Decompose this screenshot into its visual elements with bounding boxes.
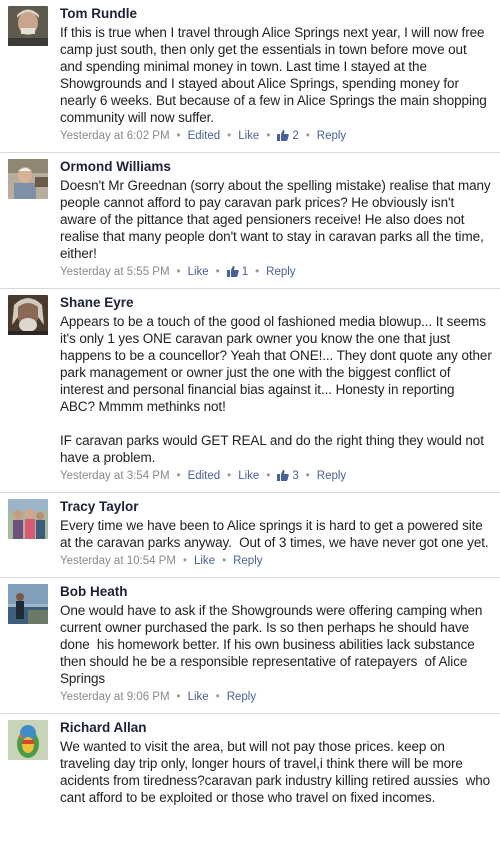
comment-item: Tom Rundle If this is true when I travel… xyxy=(0,0,500,153)
comment-text: Appears to be a touch of the good ol fas… xyxy=(60,314,492,465)
like-button[interactable]: Like xyxy=(238,130,259,142)
like-button[interactable]: Like xyxy=(194,555,215,567)
avatar[interactable] xyxy=(8,159,48,199)
like-count-value: 1 xyxy=(241,266,249,278)
commenter-name[interactable]: Shane Eyre xyxy=(60,295,492,311)
avatar[interactable] xyxy=(8,720,48,760)
like-count[interactable]: 2 xyxy=(277,130,299,142)
comment-timestamp[interactable]: Yesterday at 6:02 PM xyxy=(60,130,170,142)
commenter-name[interactable]: Tracy Taylor xyxy=(60,499,492,515)
avatar[interactable] xyxy=(8,499,48,539)
comment-meta: Yesterday at 10:54 PM • Like • Reply xyxy=(60,555,263,567)
comment-item: Ormond Williams Doesn't Mr Greednan (sor… xyxy=(0,153,500,289)
comment-item: Tracy Taylor Every time we have been to … xyxy=(0,493,500,578)
like-count-value: 3 xyxy=(292,470,299,482)
comment-item: Richard Allan We wanted to visit the are… xyxy=(0,714,500,806)
commenter-name[interactable]: Richard Allan xyxy=(60,720,492,736)
avatar[interactable] xyxy=(8,295,48,335)
comment-text: If this is true when I travel through Al… xyxy=(60,25,491,125)
comment-meta: Yesterday at 3:54 PM • Edited • Like • 3 • Reply xyxy=(60,470,347,482)
comment-meta: Yesterday at 6:02 PM • Edited • Like • 2 • Reply xyxy=(60,130,347,142)
thumbs-up-icon xyxy=(277,130,290,141)
reply-button[interactable]: Reply xyxy=(227,691,256,703)
commenter-name[interactable]: Bob Heath xyxy=(60,584,492,600)
like-count-value: 2 xyxy=(292,130,299,142)
like-count[interactable]: 1 xyxy=(226,266,249,278)
comment-text: We wanted to visit the area, but will no… xyxy=(60,739,494,805)
edited-label[interactable]: Edited xyxy=(188,130,221,142)
comment-meta: Yesterday at 9:06 PM • Like • Reply xyxy=(60,691,257,703)
comment-text: Doesn't Mr Greednan (sorry about the spe… xyxy=(60,178,495,261)
commenter-name[interactable]: Ormond Williams xyxy=(60,159,492,175)
comment-text: One would have to ask if the Showgrounds… xyxy=(60,603,486,686)
comment-text: Every time we have been to Alice springs… xyxy=(60,518,489,550)
comment-timestamp[interactable]: Yesterday at 5:55 PM xyxy=(60,266,170,278)
reply-button[interactable]: Reply xyxy=(317,130,346,142)
comment-timestamp[interactable]: Yesterday at 9:06 PM xyxy=(60,691,170,703)
reply-button[interactable]: Reply xyxy=(266,266,295,278)
like-button[interactable]: Like xyxy=(188,691,209,703)
commenter-name[interactable]: Tom Rundle xyxy=(60,6,492,22)
comment-item: Bob Heath One would have to ask if the S… xyxy=(0,578,500,714)
thumbs-up-icon xyxy=(226,266,239,277)
avatar[interactable] xyxy=(8,584,48,624)
like-count[interactable]: 3 xyxy=(277,470,299,482)
thumbs-up-icon xyxy=(277,470,290,481)
avatar[interactable] xyxy=(8,6,48,46)
comment-item: Shane Eyre Appears to be a touch of the … xyxy=(0,289,500,493)
comment-timestamp[interactable]: Yesterday at 10:54 PM xyxy=(60,555,176,567)
like-button[interactable]: Like xyxy=(188,266,209,278)
edited-label[interactable]: Edited xyxy=(188,470,221,482)
comment-timestamp[interactable]: Yesterday at 3:54 PM xyxy=(60,470,170,482)
like-button[interactable]: Like xyxy=(238,470,259,482)
reply-button[interactable]: Reply xyxy=(233,555,262,567)
reply-button[interactable]: Reply xyxy=(317,470,346,482)
comment-meta: Yesterday at 5:55 PM • Like • 1 • Reply xyxy=(60,266,296,278)
